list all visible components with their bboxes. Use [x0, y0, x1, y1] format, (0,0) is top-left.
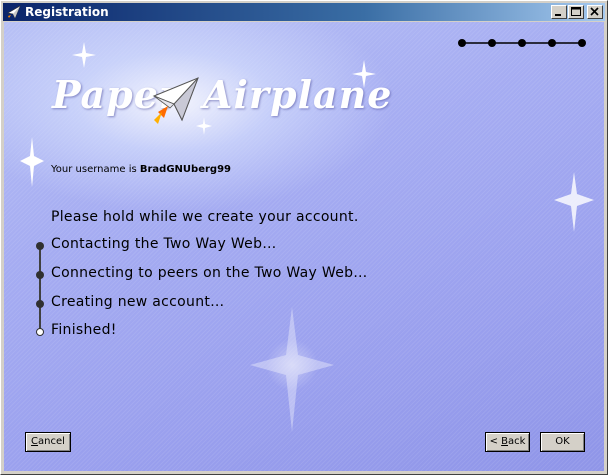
wizard-progress-indicator — [458, 39, 586, 47]
step-connector-line — [39, 246, 41, 330]
username-value: BradGNUberg99 — [139, 164, 231, 175]
step-label: Connecting to peers on the Two Way Web… — [51, 265, 368, 281]
minimize-icon — [555, 14, 561, 16]
title-bar[interactable]: Registration — [3, 3, 605, 21]
cancel-button[interactable]: Cancel — [25, 432, 71, 452]
step-list: Contacting the Two Way Web… Connecting t… — [34, 236, 454, 356]
step-label: Finished! — [51, 322, 117, 338]
step-item: Contacting the Two Way Web… — [34, 236, 454, 256]
close-button[interactable] — [587, 5, 603, 19]
wizard-content: Paper Airplane Your username is BradGNUb… — [4, 22, 604, 471]
paper-airplane-logo: Paper Airplane — [48, 68, 391, 138]
sparkle-icon — [554, 172, 594, 232]
step-done-bullet-icon — [36, 271, 44, 279]
step-done-bullet-icon — [36, 242, 44, 250]
step-done-bullet-icon — [36, 300, 44, 308]
maximize-button[interactable] — [568, 5, 584, 19]
paper-airplane-app-icon — [7, 5, 21, 19]
username-prefix: Your username is — [51, 164, 140, 175]
progress-step-dot — [518, 39, 526, 47]
sparkle-icon — [20, 137, 44, 187]
minimize-button[interactable] — [551, 5, 567, 19]
status-message: Please hold while we create your account… — [51, 209, 359, 225]
logo-text-airplane: Airplane — [203, 72, 393, 117]
step-label: Contacting the Two Way Web… — [51, 236, 277, 252]
progress-step-dot — [548, 39, 556, 47]
ok-button[interactable]: OK — [540, 432, 585, 452]
paper-airplane-icon — [148, 72, 208, 136]
step-item: Connecting to peers on the Two Way Web… — [34, 265, 454, 285]
back-button[interactable]: < Back — [485, 432, 530, 452]
step-current-bullet-icon — [36, 328, 44, 336]
username-line: Your username is BradGNUberg99 — [51, 164, 231, 175]
progress-step-dot — [488, 39, 496, 47]
maximize-icon — [571, 7, 581, 16]
registration-window: Registration Paper Airplane Your usernam… — [0, 0, 608, 475]
step-item: Finished! — [34, 322, 454, 342]
close-icon — [590, 7, 599, 16]
sparkle-icon — [72, 42, 96, 68]
step-item: Creating new account… — [34, 294, 454, 314]
progress-step-dot — [578, 39, 586, 47]
window-title: Registration — [25, 5, 109, 19]
progress-step-dot — [458, 39, 466, 47]
step-label: Creating new account… — [51, 294, 225, 310]
